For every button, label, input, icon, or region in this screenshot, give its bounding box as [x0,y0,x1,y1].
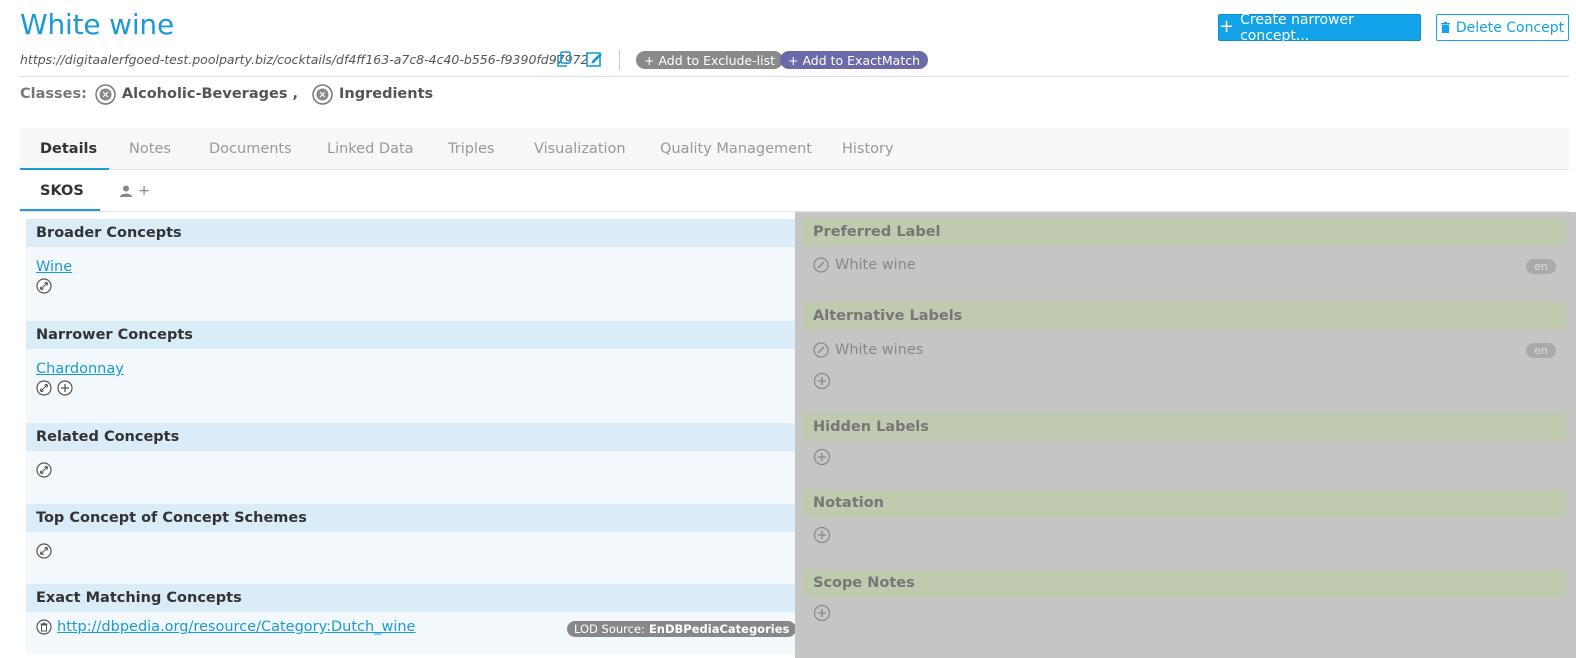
class-icon [312,83,333,105]
add-circle-icon[interactable] [813,448,831,466]
plus-icon: + [1219,15,1235,37]
delete-concept-label: Delete Concept [1455,19,1565,36]
active-subtab-indicator [20,209,100,211]
classes-label: Classes: [20,86,87,102]
tab-notes[interactable]: Notes [129,128,171,170]
add-user-subtab-button[interactable]: + [120,170,150,211]
edit-icon[interactable] [585,50,603,68]
tab-quality-management[interactable]: Quality Management [660,128,812,170]
broader-concepts-header: Broader Concepts [26,219,795,247]
lod-source-badge: LOD Source: EnDBPediaCategories [567,621,797,637]
add-to-exactmatch-button[interactable]: + Add to ExactMatch [780,51,929,69]
class-icon [95,83,116,105]
alternative-label-value: White wines [835,342,924,358]
broader-concepts-body: Wine [26,247,795,321]
divider [20,76,1569,77]
delete-concept-button[interactable]: Delete Concept [1436,14,1569,41]
top-concept-header: Top Concept of Concept Schemes [26,504,795,532]
class-label: Ingredients [338,86,434,102]
subtabs-bar: SKOS + [20,170,1569,212]
tab-history[interactable]: History [842,128,894,170]
lod-source-value: EnDBPediaCategories [648,622,790,636]
notation-header: Notation [803,489,1566,517]
alternative-labels-header: Alternative Labels [803,302,1566,330]
exact-matching-header: Exact Matching Concepts [26,584,795,612]
add-circle-icon[interactable] [813,604,831,622]
related-concepts-header: Related Concepts [26,423,795,451]
add-to-exclude-list-button[interactable]: + Add to Exclude-list [636,51,783,69]
classes-row: Classes: Alcoholic-Beverages , Ingredien… [20,83,434,105]
tab-visualization[interactable]: Visualization [534,128,626,170]
narrower-concept-link[interactable]: Chardonnay [36,361,124,377]
class-ingredients[interactable]: Ingredients [312,83,434,105]
scope-notes-header: Scope Notes [803,569,1566,597]
edit-circle-icon[interactable] [813,342,829,358]
related-concepts-body [26,451,795,504]
page-title: White wine [20,8,174,41]
edit-circle-icon[interactable] [813,257,829,273]
preferred-label-row: White wine [813,257,916,273]
create-narrower-concept-button[interactable]: + Create narrower concept... [1218,11,1421,44]
tab-documents[interactable]: Documents [209,128,292,170]
add-label: + [138,182,151,199]
user-icon [120,185,132,197]
add-circle-icon[interactable] [813,372,831,390]
lod-source-label: LOD Source: [574,622,645,636]
concept-uri: https://digitaalerfgoed-test.poolparty.b… [20,52,589,67]
labels-column-overlay: Preferred Label White wine en Alternativ… [795,212,1576,658]
tab-triples[interactable]: Triples [448,128,494,170]
add-circle-icon[interactable] [57,380,73,396]
tabs-bar: Details Notes Documents Linked Data Trip… [20,128,1569,170]
tab-linked-data[interactable]: Linked Data [327,128,414,170]
alternative-label-row: White wines [813,342,923,358]
narrower-concepts-body: Chardonnay [26,349,795,423]
class-label: Alcoholic-Beverages [121,86,288,102]
add-circle-icon[interactable] [813,526,831,544]
link-edit-icon[interactable] [36,462,52,478]
language-badge: en [1526,259,1556,274]
link-edit-icon[interactable] [36,278,52,294]
preferred-label-value: White wine [835,257,916,273]
hidden-labels-header: Hidden Labels [803,413,1566,441]
link-edit-icon[interactable] [36,543,52,559]
tab-details[interactable]: Details [40,128,97,170]
class-separator: , [292,86,298,102]
create-narrower-label: Create narrower concept... [1240,11,1354,44]
broader-concept-link[interactable]: Wine [36,259,72,275]
trash-icon [1440,22,1450,33]
skos-relations-column: Broader Concepts Wine Narrower Concepts … [26,219,795,654]
language-badge: en [1526,343,1556,358]
divider [619,50,620,70]
subtab-skos[interactable]: SKOS [40,170,84,211]
copy-icon[interactable] [555,50,573,68]
exact-match-link[interactable]: http://dbpedia.org/resource/Category:Dut… [57,619,415,635]
link-edit-icon[interactable] [36,380,52,396]
top-concept-body [26,532,795,584]
class-alcoholic-beverages[interactable]: Alcoholic-Beverages [95,83,288,105]
preferred-label-header: Preferred Label [803,218,1566,246]
narrower-concepts-header: Narrower Concepts [26,321,795,349]
delete-icon[interactable] [36,619,52,635]
